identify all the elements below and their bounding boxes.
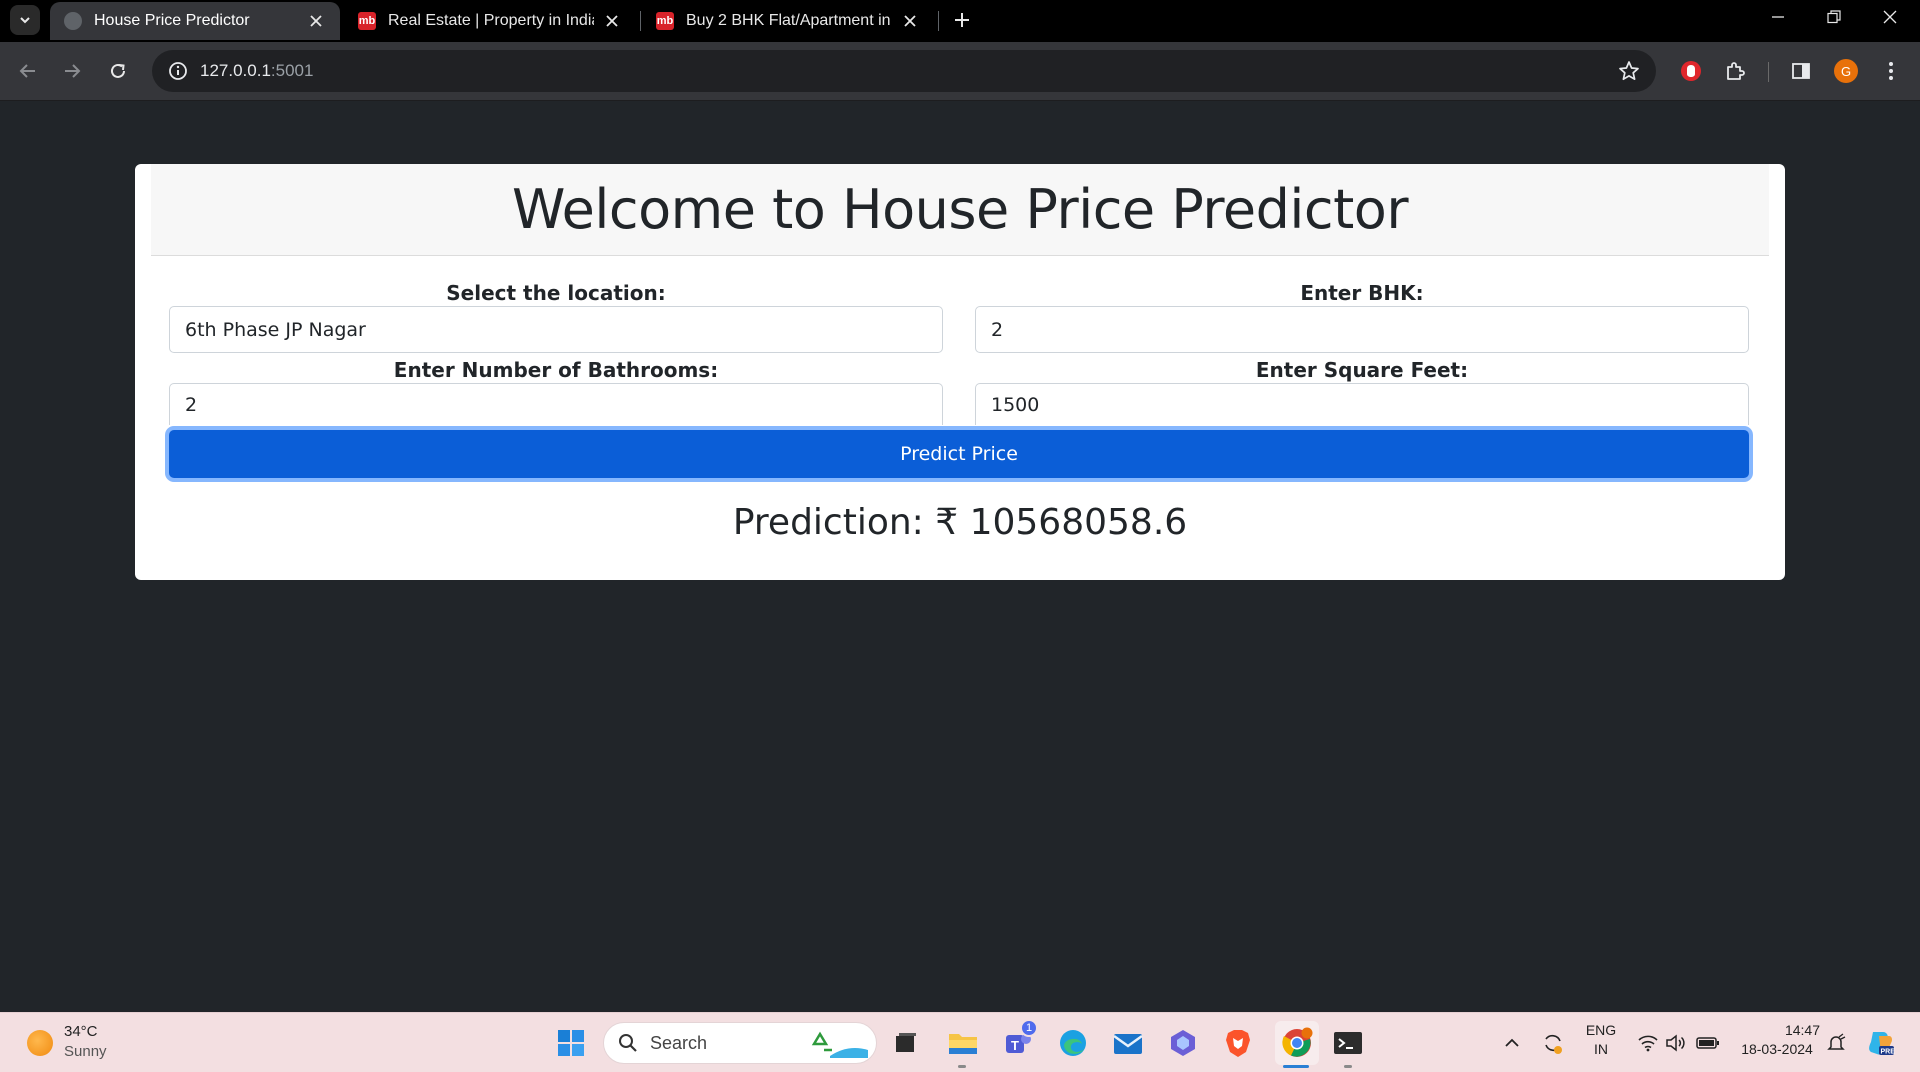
language-code: ENG bbox=[1585, 1022, 1617, 1038]
prediction-result: Prediction: ₹ 10568058.6 bbox=[732, 502, 1188, 543]
svg-text:PRE: PRE bbox=[1881, 1049, 1896, 1056]
sqft-input[interactable] bbox=[975, 383, 1749, 425]
tab-search-button[interactable] bbox=[10, 5, 40, 35]
tab-title: House Price Predictor bbox=[94, 12, 250, 29]
reload-icon bbox=[111, 63, 125, 78]
clock-time: 14:47 bbox=[1784, 1022, 1820, 1038]
language-indicator[interactable]: ENG IN bbox=[1581, 1022, 1621, 1057]
browser-toolbar: 127.0.0.1:5001 G bbox=[0, 42, 1920, 101]
extensions-puzzle-icon[interactable] bbox=[1720, 56, 1750, 86]
taskbar: 34°C Sunny Search T 1 ENG IN 14:47 18-03… bbox=[0, 1012, 1920, 1072]
toolbar-separator bbox=[1768, 62, 1769, 82]
plus-icon bbox=[955, 13, 969, 27]
notification-bell-icon[interactable] bbox=[1818, 1025, 1854, 1061]
teams-icon[interactable]: T 1 bbox=[1000, 1019, 1038, 1061]
extension-shield-icon[interactable] bbox=[1676, 56, 1706, 86]
close-tab-icon[interactable] bbox=[602, 11, 622, 31]
close-tab-icon[interactable] bbox=[306, 11, 326, 31]
region-code: IN bbox=[1594, 1041, 1608, 1057]
bookmark-star-icon[interactable] bbox=[1616, 58, 1642, 84]
sun-icon[interactable] bbox=[27, 1030, 53, 1056]
predictor-card: Welcome to House Price Predictor Select … bbox=[135, 164, 1785, 580]
weather-condition[interactable]: Sunny bbox=[64, 1043, 107, 1060]
predict-price-button[interactable]: Predict Price bbox=[169, 430, 1749, 478]
clock-date: 18-03-2024 bbox=[1741, 1041, 1813, 1057]
copilot-icon[interactable] bbox=[1165, 1025, 1201, 1061]
running-indicator bbox=[958, 1065, 966, 1068]
sqft-label: Enter Square Feet: bbox=[1255, 358, 1469, 382]
profile-avatar[interactable]: G bbox=[1834, 59, 1858, 83]
location-select[interactable] bbox=[169, 306, 943, 353]
close-tab-icon[interactable] bbox=[900, 11, 920, 31]
tab-separator bbox=[640, 11, 641, 31]
magicbricks-favicon-icon: mb bbox=[358, 12, 376, 30]
bathrooms-input[interactable] bbox=[169, 383, 943, 425]
back-button[interactable] bbox=[12, 55, 44, 87]
arrow-left-icon bbox=[19, 64, 35, 78]
terminal-icon[interactable] bbox=[1330, 1025, 1366, 1061]
volume-icon[interactable] bbox=[1658, 1025, 1694, 1061]
more-menu-icon[interactable] bbox=[1876, 56, 1906, 86]
tab-house-price-predictor[interactable]: House Price Predictor bbox=[50, 2, 340, 40]
minimize-icon bbox=[1772, 16, 1784, 18]
bhk-input[interactable] bbox=[975, 306, 1749, 353]
brave-browser-icon[interactable] bbox=[1220, 1025, 1256, 1061]
chrome-icon[interactable] bbox=[1275, 1021, 1319, 1065]
page-viewport: Welcome to House Price Predictor Select … bbox=[0, 101, 1920, 1012]
url-port: :5001 bbox=[270, 61, 314, 80]
page-title: Welcome to House Price Predictor bbox=[511, 178, 1409, 241]
teams-notification-badge: 1 bbox=[1020, 1019, 1038, 1037]
globe-icon bbox=[64, 12, 82, 30]
tab-real-estate[interactable]: mb Real Estate | Property in India | Buy bbox=[344, 2, 636, 40]
tab-strip: House Price Predictor mb Real Estate | P… bbox=[0, 0, 1920, 42]
bhk-label: Enter BHK: bbox=[1300, 281, 1424, 305]
search-label: Search bbox=[650, 1032, 708, 1053]
start-button[interactable] bbox=[553, 1025, 589, 1061]
arrow-right-icon bbox=[65, 64, 81, 78]
running-indicator bbox=[1344, 1065, 1352, 1068]
edge-icon[interactable] bbox=[1055, 1025, 1091, 1061]
copilot-pre-icon[interactable]: PRE bbox=[1862, 1025, 1898, 1061]
forward-button[interactable] bbox=[56, 55, 88, 87]
mail-icon[interactable] bbox=[1110, 1025, 1146, 1061]
restore-button[interactable] bbox=[1806, 0, 1862, 34]
sync-icon[interactable] bbox=[1535, 1025, 1571, 1061]
show-hidden-icons-chevron-up-icon[interactable] bbox=[1494, 1025, 1530, 1061]
restore-icon bbox=[1827, 10, 1841, 24]
new-tab-button[interactable] bbox=[948, 6, 976, 34]
address-bar[interactable]: 127.0.0.1:5001 bbox=[152, 50, 1656, 92]
close-window-button[interactable] bbox=[1862, 0, 1918, 34]
svg-text:T: T bbox=[1011, 1038, 1019, 1053]
weather-temperature[interactable]: 34°C bbox=[64, 1023, 98, 1040]
taskbar-search[interactable]: Search bbox=[603, 1022, 877, 1064]
reload-button[interactable] bbox=[102, 55, 134, 87]
clock[interactable]: 14:47 18-03-2024 bbox=[1734, 1022, 1820, 1057]
battery-icon[interactable] bbox=[1690, 1025, 1726, 1061]
tab-separator bbox=[938, 11, 939, 31]
chevron-down-icon bbox=[20, 17, 30, 24]
windows-logo-icon bbox=[558, 1030, 584, 1056]
tab-title: Real Estate | Property in India | Buy bbox=[388, 12, 594, 29]
card-header: Welcome to House Price Predictor bbox=[151, 164, 1769, 256]
minimize-button[interactable] bbox=[1750, 0, 1806, 34]
bathrooms-label: Enter Number of Bathrooms: bbox=[393, 358, 719, 382]
search-icon bbox=[619, 1034, 637, 1052]
tab-title: Buy 2 BHK Flat/Apartment in Shivaji bbox=[686, 12, 892, 29]
url-host: 127.0.0.1 bbox=[200, 61, 271, 80]
side-panel-icon[interactable] bbox=[1786, 56, 1816, 86]
active-app-indicator bbox=[1283, 1065, 1309, 1068]
tab-buy-2bhk[interactable]: mb Buy 2 BHK Flat/Apartment in Shivaji bbox=[642, 2, 934, 40]
location-label: Select the location: bbox=[446, 281, 666, 305]
magicbricks-favicon-icon: mb bbox=[656, 12, 674, 30]
site-info-icon[interactable] bbox=[156, 50, 200, 92]
close-icon bbox=[1883, 10, 1897, 24]
recycle-search-highlight-icon bbox=[811, 1031, 868, 1058]
task-view-icon[interactable] bbox=[888, 1025, 924, 1061]
file-explorer-icon[interactable] bbox=[945, 1025, 981, 1061]
